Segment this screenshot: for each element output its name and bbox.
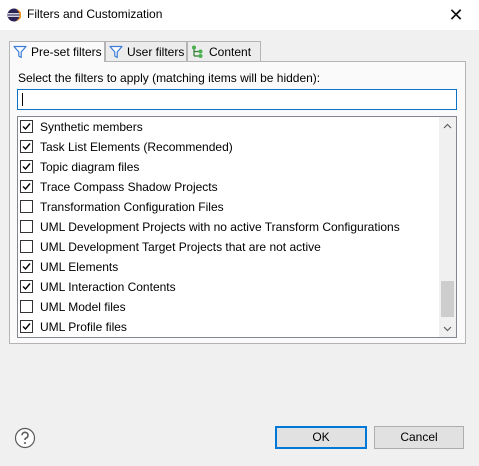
filter-search-input[interactable] xyxy=(17,89,457,110)
list-item[interactable]: Topic diagram files xyxy=(18,157,438,177)
title-bar: Filters and Customization ✕ xyxy=(0,0,479,30)
scroll-up-button[interactable] xyxy=(439,117,456,134)
tab-label: User filters xyxy=(127,44,185,59)
list-item-label: UML Interaction Contents xyxy=(40,280,176,294)
list-item[interactable]: UML Profile files xyxy=(18,317,438,337)
scroll-down-button[interactable] xyxy=(439,320,456,337)
checkbox[interactable] xyxy=(20,300,33,313)
close-button[interactable]: ✕ xyxy=(433,0,479,30)
scroll-thumb[interactable] xyxy=(441,281,454,317)
list-item[interactable]: Transformation Configuration Files xyxy=(18,197,438,217)
checkmark-icon xyxy=(22,143,31,151)
checkbox[interactable] xyxy=(20,280,33,293)
chevron-up-icon xyxy=(443,123,452,128)
checkbox[interactable] xyxy=(20,260,33,273)
list-item[interactable]: UML Interaction Contents xyxy=(18,277,438,297)
checkbox[interactable] xyxy=(20,220,33,233)
checkbox[interactable] xyxy=(20,120,33,133)
content-tree-icon xyxy=(192,45,203,58)
checkbox[interactable] xyxy=(20,240,33,253)
checkmark-icon xyxy=(22,183,31,191)
chevron-down-icon xyxy=(443,326,452,331)
checkmark-icon xyxy=(22,163,31,171)
close-icon: ✕ xyxy=(448,4,464,25)
eclipse-icon xyxy=(7,8,21,22)
list-item-label: UML Model files xyxy=(40,300,126,314)
cancel-button[interactable]: Cancel xyxy=(374,426,464,449)
text-caret xyxy=(22,93,23,106)
list-item[interactable]: UML Development Projects with no active … xyxy=(18,217,438,237)
list-item-label: UML Elements xyxy=(40,260,119,274)
checkbox[interactable] xyxy=(20,140,33,153)
instruction-label: Select the filters to apply (matching it… xyxy=(18,71,321,85)
list-item[interactable]: UML Model files xyxy=(18,297,438,317)
list-item[interactable]: Synthetic members xyxy=(18,117,438,137)
list-item-label: Trace Compass Shadow Projects xyxy=(40,180,218,194)
list-item-label: Synthetic members xyxy=(40,120,143,134)
checkmark-icon xyxy=(22,263,31,271)
tab-user-filters[interactable]: User filters xyxy=(105,41,187,61)
ok-button[interactable]: OK xyxy=(275,426,367,449)
filter-list[interactable]: Synthetic members Task List Elements (Re… xyxy=(17,116,457,338)
list-item[interactable]: Trace Compass Shadow Projects xyxy=(18,177,438,197)
tab-preset-filters[interactable]: Pre-set filters xyxy=(9,41,105,62)
tab-content[interactable]: Content xyxy=(187,41,261,61)
filter-icon xyxy=(109,45,123,58)
tab-label: Pre-set filters xyxy=(31,45,102,59)
checkbox[interactable] xyxy=(20,320,33,333)
list-item-label: UML Development Projects with no active … xyxy=(40,220,400,234)
list-item-label: Task List Elements (Recommended) xyxy=(40,140,233,154)
preset-filters-panel: Select the filters to apply (matching it… xyxy=(9,61,466,344)
window-title: Filters and Customization xyxy=(27,7,163,21)
tab-label: Content xyxy=(209,44,252,59)
checkbox[interactable] xyxy=(20,160,33,173)
checkmark-icon xyxy=(22,283,31,291)
filter-icon xyxy=(13,45,27,59)
list-item[interactable]: UML Development Target Projects that are… xyxy=(18,237,438,257)
help-icon[interactable] xyxy=(14,427,36,449)
list-item-label: UML Profile files xyxy=(40,320,127,334)
checkmark-icon xyxy=(22,323,31,331)
checkmark-icon xyxy=(22,123,31,131)
list-item[interactable]: UML Elements xyxy=(18,257,438,277)
checkbox[interactable] xyxy=(20,180,33,193)
list-item-label: Topic diagram files xyxy=(40,160,140,174)
list-item[interactable]: Task List Elements (Recommended) xyxy=(18,137,438,157)
checkbox[interactable] xyxy=(20,200,33,213)
list-item-label: UML Development Target Projects that are… xyxy=(40,240,321,254)
vertical-scrollbar[interactable] xyxy=(439,117,456,337)
list-item-label: Transformation Configuration Files xyxy=(40,200,224,214)
